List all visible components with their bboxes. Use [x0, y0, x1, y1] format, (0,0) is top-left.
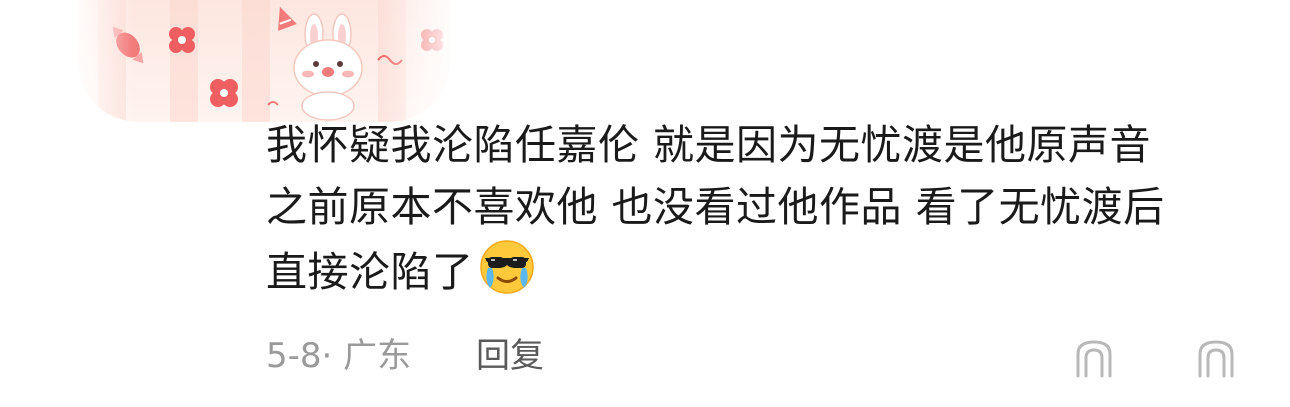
comment-meta: 5-8· 广东 回复	[266, 334, 544, 378]
comment-location: 广东	[343, 336, 412, 376]
comment-line-2: 之前原本不喜欢他 也没看过他作品 看了无忧渡后	[266, 183, 1165, 231]
decoration-banner	[78, 0, 450, 122]
comment-line-1: 我怀疑我沦陷任嘉伦 就是因为无忧渡是他原声音	[266, 121, 1152, 169]
comment-line-3: 直接沦陷了	[266, 238, 1266, 303]
reply-button[interactable]: 回复	[476, 336, 544, 376]
comment-date: 5-8	[266, 336, 322, 376]
comment-text: 我怀疑我沦陷任嘉伦 就是因为无忧渡是他原声音 之前原本不喜欢他 也没看过他作品 …	[266, 114, 1266, 303]
chat-bubble-icon[interactable]	[1070, 336, 1118, 384]
bunny-candy-banner-icon	[78, 0, 450, 122]
cool-crying-emoji-icon	[478, 238, 536, 296]
meta-separator: ·	[321, 336, 333, 376]
comment-item: 我怀疑我沦陷任嘉伦 就是因为无忧渡是他原声音 之前原本不喜欢他 也没看过他作品 …	[0, 0, 1290, 407]
comment-line-3-text: 直接沦陷了	[266, 248, 474, 296]
thumbs-up-icon[interactable]	[1192, 336, 1240, 384]
